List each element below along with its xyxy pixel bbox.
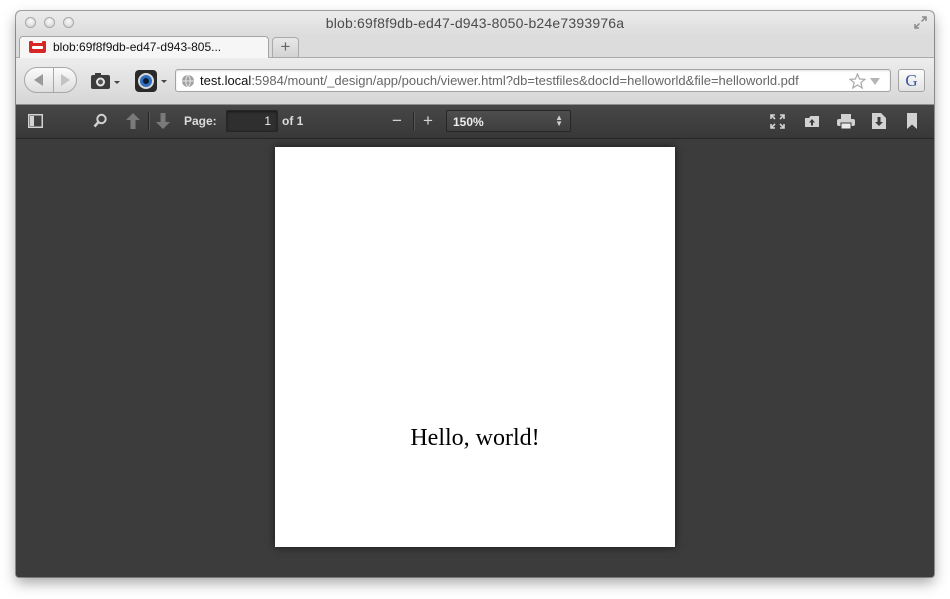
extension-button[interactable]: G	[898, 69, 925, 92]
bookmark-star-icon[interactable]	[849, 73, 866, 89]
zoom-value: 150%	[453, 115, 484, 129]
print-icon[interactable]	[837, 114, 855, 129]
zoom-out-button[interactable]: −	[387, 110, 407, 132]
sidebar-toggle-icon[interactable]	[28, 114, 43, 128]
page-number-input[interactable]: 1	[226, 110, 278, 132]
toolbar-separator	[413, 112, 414, 130]
page-label: Page:	[184, 114, 217, 128]
navigation-toolbar: test.local:5984/mount/_design/app/pouch/…	[16, 58, 934, 105]
download-icon[interactable]	[872, 113, 886, 129]
open-file-icon[interactable]	[804, 114, 820, 128]
globe-icon	[182, 74, 194, 88]
previous-page-icon[interactable]	[126, 113, 140, 129]
page-count: of 1	[282, 114, 304, 128]
url-text: test.local:5984/mount/_design/app/pouch/…	[200, 73, 799, 88]
url-path: :5984/mount/_design/app/pouch/viewer.htm…	[251, 73, 799, 88]
select-arrows-icon: ▲ ▼	[555, 113, 563, 128]
couchdb-favicon-icon	[29, 41, 46, 53]
tab-active[interactable]: blob:69f8f9db-ed47-d943-805...	[19, 36, 269, 58]
pdf-viewer-area[interactable]: Hello, world!	[16, 139, 934, 577]
pdf-viewer-toolbar: Page: 1 of 1 − + 150% ▲ ▼	[16, 105, 934, 139]
search-icon[interactable]	[93, 113, 108, 128]
tab-strip: blob:69f8f9db-ed47-d943-805... +	[16, 35, 934, 58]
forward-button[interactable]	[53, 67, 77, 93]
browser-window: blob:69f8f9db-ed47-d943-8050-b24e7393976…	[16, 11, 934, 577]
zoom-select[interactable]: 150% ▲ ▼	[446, 110, 571, 132]
fullscreen-icon[interactable]	[913, 15, 928, 30]
back-arrow-icon	[34, 74, 43, 86]
bookmark-icon[interactable]	[907, 113, 917, 129]
presentation-mode-icon[interactable]	[770, 114, 785, 129]
address-bar[interactable]: test.local:5984/mount/_design/app/pouch/…	[175, 69, 891, 92]
zoom-in-button[interactable]: +	[418, 110, 438, 132]
title-bar: blob:69f8f9db-ed47-d943-8050-b24e7393976…	[16, 11, 934, 35]
web-inspector-icon[interactable]	[134, 69, 168, 93]
tab-title: blob:69f8f9db-ed47-d943-805...	[53, 40, 222, 54]
new-tab-button[interactable]: +	[272, 37, 299, 57]
pdf-page: Hello, world!	[275, 147, 675, 547]
pdf-page-text: Hello, world!	[410, 425, 540, 451]
dropdown-arrow-icon[interactable]	[870, 78, 880, 85]
window-title: blob:69f8f9db-ed47-d943-8050-b24e7393976…	[325, 15, 625, 31]
back-button[interactable]	[24, 67, 54, 93]
toolbar-separator	[148, 112, 149, 130]
url-host: test.local	[200, 73, 252, 88]
next-page-icon[interactable]	[156, 113, 170, 129]
forward-arrow-icon	[61, 74, 70, 86]
camera-icon[interactable]	[90, 72, 120, 90]
